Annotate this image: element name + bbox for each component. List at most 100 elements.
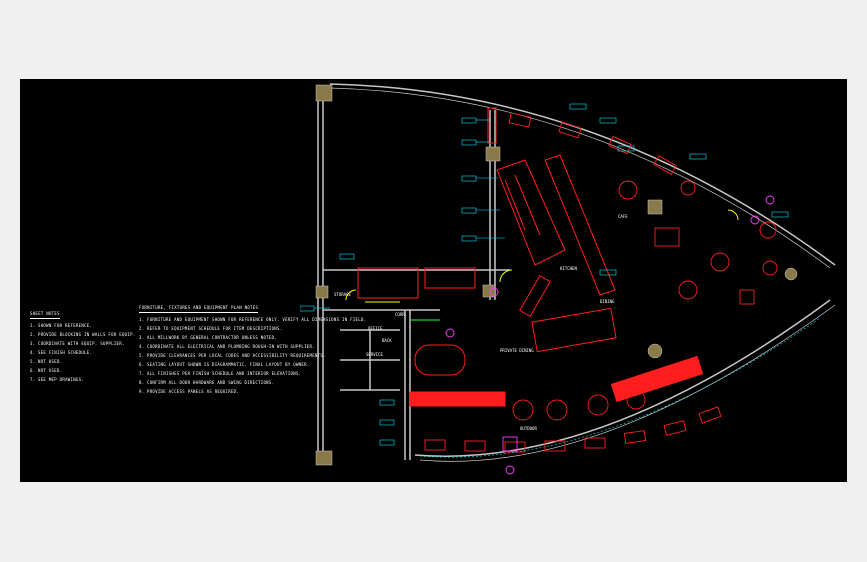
sheet-note: 7. SEE MEP DRAWINGS. <box>30 377 136 383</box>
room-label-service: SERVICE <box>366 352 383 357</box>
sheet-note: 3. COORDINATE WITH EQUIP. SUPPLIER. <box>30 341 136 347</box>
column <box>482 284 496 298</box>
note-number: 2. <box>30 332 36 337</box>
callout-bubble <box>505 465 515 475</box>
sheet-note: 4. SEE FINISH SCHEDULE. <box>30 350 136 356</box>
note-number: 1. <box>30 323 36 328</box>
counter-line <box>514 174 541 236</box>
tag <box>379 419 395 426</box>
booth <box>623 430 647 444</box>
equipment-note: 2. REFER TO EQUIPMENT SCHEDULE FOR ITEM D… <box>139 326 282 332</box>
banquette <box>610 355 704 403</box>
note-number: 9. <box>139 389 145 394</box>
room-label-outdoor: OUTDOOR <box>520 426 537 431</box>
note-text: NOT USED. <box>38 359 63 364</box>
note-text: COORDINATE ALL ELECTRICAL AND PLUMBING R… <box>147 344 315 349</box>
booth <box>663 420 687 436</box>
room-label-private-dining: PRIVATE DINING <box>500 348 534 353</box>
equipment-note: 6. SEATING LAYOUT SHOWN IS DIAGRAMMATIC. … <box>139 362 309 368</box>
round-table <box>512 399 534 421</box>
room-label-kitchen: KITCHEN <box>560 266 577 271</box>
note-number: 2. <box>139 326 145 331</box>
note-text: COORDINATE WITH EQUIP. SUPPLIER. <box>38 341 125 346</box>
tag <box>461 175 477 182</box>
tag <box>689 153 707 160</box>
note-text: SHOWN FOR REFERENCE. <box>38 323 93 328</box>
tag <box>771 211 789 218</box>
note-number: 6. <box>30 368 36 373</box>
banquette <box>409 391 506 407</box>
note-text: ALL MILLWORK BY GENERAL CONTRACTOR UNLES… <box>147 335 277 340</box>
tag <box>300 305 315 312</box>
door-swing <box>499 269 513 283</box>
note-number: 3. <box>139 335 145 340</box>
note-number: 4. <box>139 344 145 349</box>
note-text: SEE FINISH SCHEDULE. <box>38 350 93 355</box>
room-label-cafe: CAFE <box>618 214 628 219</box>
equipment-note: 8. CONFIRM ALL DOOR HARDWARE AND SWING DI… <box>139 380 274 386</box>
note-text: SEE MEP DRAWINGS. <box>38 377 85 382</box>
cad-sheet: SHEET NOTES 1. SHOWN FOR REFERENCE. 2. PRO… <box>0 0 867 562</box>
booth <box>653 155 677 175</box>
note-text: PROVIDE CLEARANCES PER LOCAL CODES AND A… <box>147 353 326 358</box>
note-number: 7. <box>139 371 145 376</box>
round-table <box>759 221 777 239</box>
round-table <box>680 180 696 196</box>
note-number: 8. <box>139 380 145 385</box>
note-text: ALL FINISHES PER FINISH SCHEDULE AND INT… <box>147 371 302 376</box>
tag <box>379 439 395 446</box>
column <box>315 450 333 466</box>
note-number: 6. <box>139 362 145 367</box>
note-text: NOT USED. <box>38 368 63 373</box>
equipment-note: 1. FURNITURE AND EQUIPMENT SHOWN FOR REFE… <box>139 317 366 323</box>
note-text: REFER TO EQUIPMENT SCHEDULE FOR ITEM DES… <box>147 326 283 331</box>
note-number: 4. <box>30 350 36 355</box>
note-text: SEATING LAYOUT SHOWN IS DIAGRAMMATIC. FI… <box>147 362 310 367</box>
sheet-note: 1. SHOWN FOR REFERENCE. <box>30 323 136 329</box>
note-text: CONFIRM ALL DOOR HARDWARE AND SWING DIRE… <box>147 380 275 385</box>
equipment-note: 7. ALL FINISHES PER FINISH SCHEDULE AND I… <box>139 371 301 377</box>
note-number: 5. <box>139 353 145 358</box>
private-dining-table <box>414 344 466 376</box>
booth <box>424 439 446 451</box>
booth <box>698 406 722 424</box>
tag <box>599 117 617 124</box>
equipment-notes-heading: FURNITURE, FIXTURES AND EQUIPMENT PLAN N… <box>139 305 259 313</box>
note-number: 3. <box>30 341 36 346</box>
sheet-note: 5. NOT USED. <box>30 359 136 365</box>
column <box>485 146 501 162</box>
room-label-storage: STORAGE <box>334 292 351 297</box>
note-text: PROVIDE ACCESS PANELS AS REQUIRED. <box>147 389 240 394</box>
prep-table <box>519 274 551 318</box>
equipment-note: 9. PROVIDE ACCESS PANELS AS REQUIRED. <box>139 389 249 395</box>
square-table <box>654 227 680 247</box>
equipment-note: 4. COORDINATE ALL ELECTRICAL AND PLUMBING… <box>139 344 315 350</box>
round-table <box>710 252 730 272</box>
equipment-note: 3. ALL MILLWORK BY GENERAL CONTRACTOR UNL… <box>139 335 277 341</box>
round-table <box>546 399 568 421</box>
room-label-office: OFFICE <box>368 326 383 331</box>
column <box>315 84 333 102</box>
note-number: 7. <box>30 377 36 382</box>
round-table <box>618 180 638 200</box>
columns <box>315 84 798 466</box>
tag <box>461 235 477 242</box>
tag <box>461 117 477 124</box>
round-column <box>784 267 798 281</box>
equipment-tags <box>300 103 821 458</box>
room-label-back: BACK <box>382 338 392 343</box>
column <box>647 199 663 215</box>
tag <box>461 139 477 146</box>
sheet-note: 2. PROVIDE BLOCKING IN WALLS FOR EQUIP. <box>30 332 136 338</box>
equipment-note: 5. PROVIDE CLEARANCES PER LOCAL CODES AND… <box>139 353 325 359</box>
round-column <box>647 343 663 359</box>
service-counter <box>544 154 616 296</box>
floor-plan: STORAGE CORR. OFFICE BACK KITCHEN CAFE D… <box>300 83 836 475</box>
round-table <box>678 280 698 300</box>
tag <box>569 103 587 110</box>
curved-south-wall <box>414 299 831 457</box>
booth <box>464 440 486 452</box>
square-table <box>739 289 755 305</box>
booth <box>508 112 532 128</box>
round-table <box>762 260 778 276</box>
